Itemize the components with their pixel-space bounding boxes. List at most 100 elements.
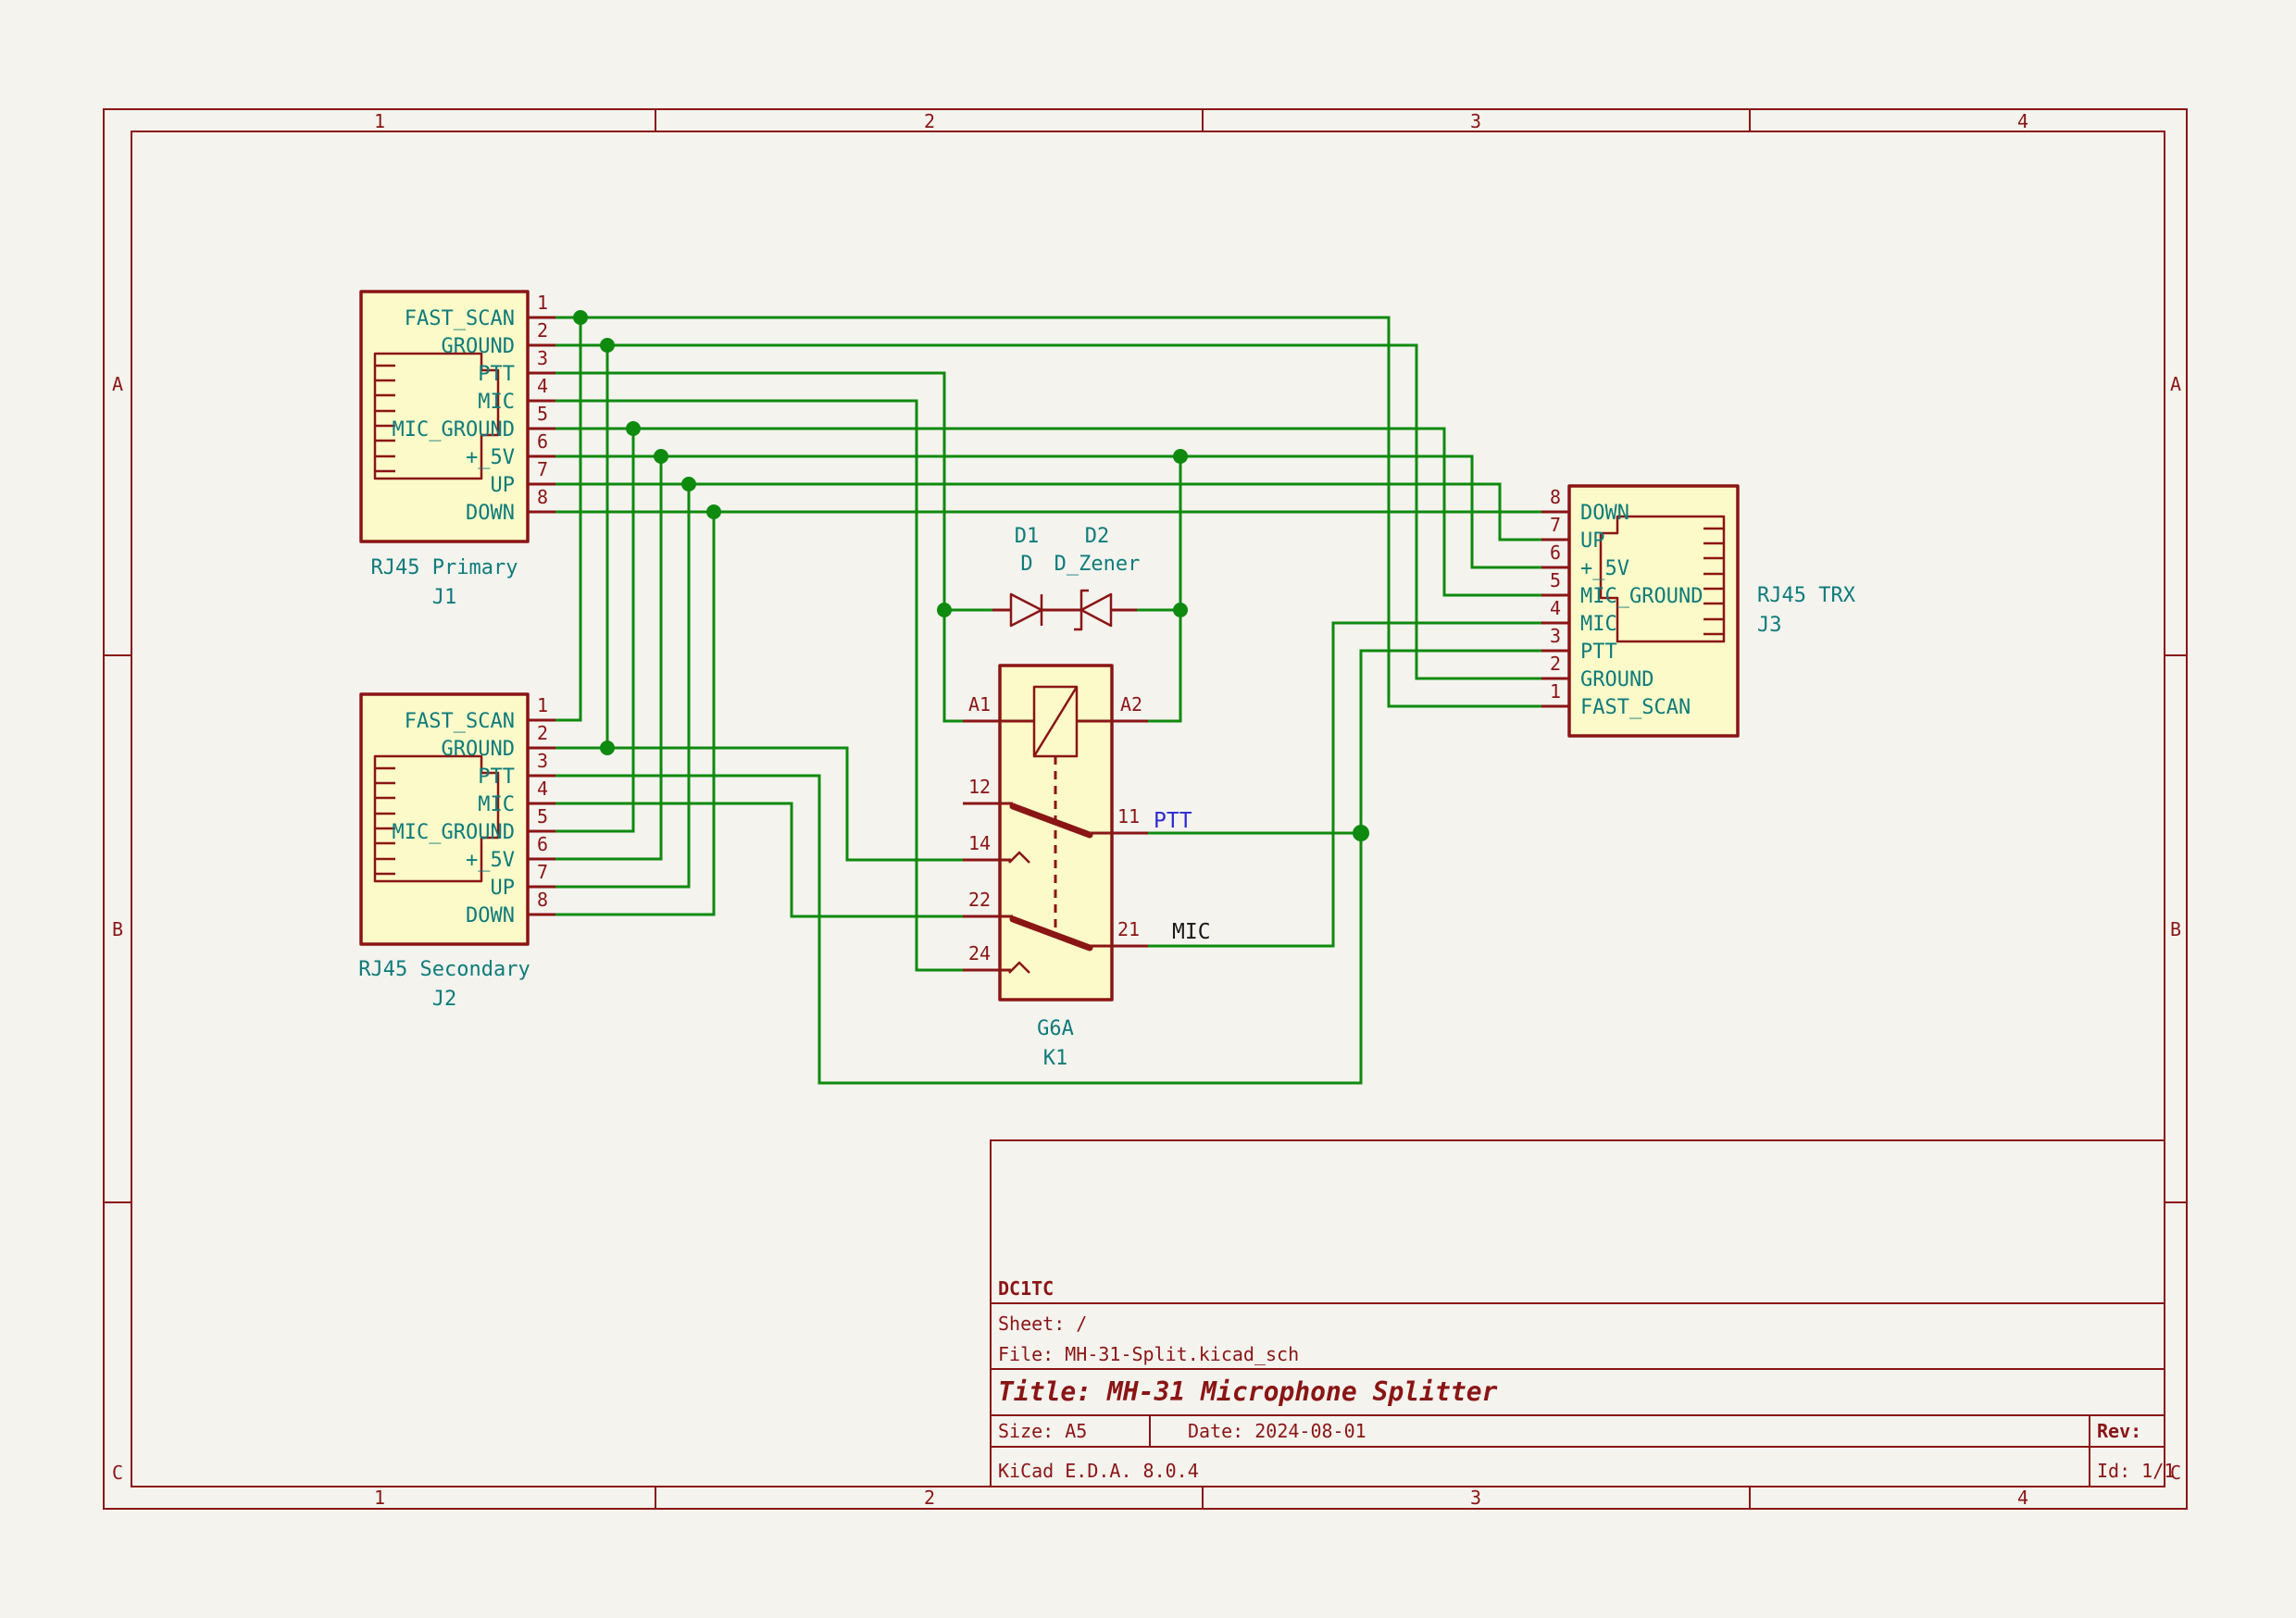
pin-number: 6 <box>1550 541 1561 564</box>
frame-row-label: A <box>2170 373 2181 395</box>
wire-relay-21-mic[interactable] <box>1148 623 1541 946</box>
pin-name: GROUND <box>1580 668 1653 691</box>
pin-name: MIC_GROUND <box>1580 585 1703 608</box>
pin-name: GROUND <box>442 738 515 761</box>
pin-name: +_5V <box>466 849 515 872</box>
pin-number: 12 <box>968 776 991 798</box>
schematic-sheet: 1 2 3 4 1 2 3 4 A B C A B C DC1TC Sheet:… <box>0 0 2296 1618</box>
k1-value: G6A <box>1037 1017 1074 1040</box>
junction[interactable] <box>573 310 588 325</box>
k1-ref: K1 <box>1043 1047 1068 1070</box>
title-block-id: Id: 1/1 <box>2097 1460 2175 1482</box>
pin-number: 4 <box>537 778 548 800</box>
wire-mic-primary-to-no24[interactable] <box>555 401 963 970</box>
frame-col-label: 2 <box>924 1487 935 1509</box>
pin-number: 7 <box>1550 514 1561 536</box>
junction[interactable] <box>1173 449 1188 464</box>
pin-name: +_5V <box>466 446 515 469</box>
pin-name: +_5V <box>1580 557 1629 580</box>
pin-number: 11 <box>1117 805 1140 828</box>
pin-name: UP <box>491 877 516 900</box>
pin-number: 6 <box>537 833 548 855</box>
relay-k1[interactable]: A1 A2 12 14 22 24 11 21 G6A K1 <box>963 666 1148 1070</box>
frame-col-label: 4 <box>2017 1487 2028 1509</box>
j1-value: RJ45 Primary <box>371 556 518 579</box>
j2-ref: J2 <box>432 988 457 1011</box>
junction[interactable] <box>937 603 952 617</box>
pin-number: 8 <box>1550 486 1561 508</box>
pin-name: PTT <box>478 765 515 789</box>
pin-number: 6 <box>537 430 548 453</box>
pin-number: A1 <box>968 693 991 716</box>
pin-number: 3 <box>537 347 548 369</box>
pin-number: 22 <box>968 889 991 911</box>
wire-up-j2-branch[interactable] <box>555 484 689 887</box>
frame-row-label: B <box>112 918 123 940</box>
pin-number: 8 <box>537 889 548 911</box>
net-label-ptt[interactable]: PTT <box>1154 809 1192 833</box>
j1-ref: J1 <box>432 586 457 609</box>
pin-name: MIC_GROUND <box>393 418 515 442</box>
pin-name: DOWN <box>466 502 515 525</box>
net-label-mic[interactable]: MIC <box>1172 920 1211 944</box>
pin-name: MIC <box>478 793 515 816</box>
diode-icon[interactable] <box>1011 594 1042 626</box>
junction[interactable] <box>600 338 615 353</box>
pin-number: 1 <box>1550 680 1561 703</box>
junction[interactable] <box>1353 825 1369 841</box>
pin-number: 2 <box>537 319 548 342</box>
wire-ground-j2-branch[interactable] <box>555 345 963 860</box>
pin-number: 24 <box>968 942 991 965</box>
title-block-border <box>991 1140 2165 1487</box>
pin-number: 7 <box>537 861 548 883</box>
j3-value: RJ45 TRX <box>1757 584 1856 607</box>
junction[interactable] <box>626 421 641 436</box>
wire-mic-ground-j2-branch[interactable] <box>555 429 633 831</box>
diode-d2[interactable]: D2 D_Zener <box>1054 525 1141 629</box>
pin-number: A2 <box>1120 693 1142 716</box>
title-block-title: Title: MH-31 Microphone Splitter <box>998 1376 1498 1407</box>
pin-number: 14 <box>968 832 991 854</box>
junction[interactable] <box>681 477 696 492</box>
wire-junctions[interactable] <box>573 310 1369 841</box>
pin-number: 7 <box>537 458 548 480</box>
wire-ptt-primary-to-coil[interactable] <box>555 373 963 721</box>
d1-ref: D1 <box>1015 525 1040 548</box>
d1-value: D <box>1020 553 1032 576</box>
wire-5v-to-coil-a2[interactable] <box>1148 456 1180 721</box>
pin-name: FAST_SCAN <box>1580 696 1691 719</box>
frame-col-label: 3 <box>1470 1487 1481 1509</box>
pin-number: 3 <box>1550 625 1561 647</box>
pin-number: 2 <box>537 722 548 744</box>
title-block-date: Date: 2024-08-01 <box>1188 1420 1366 1442</box>
frame-col-label: 2 <box>924 110 935 132</box>
junction[interactable] <box>654 449 668 464</box>
connector-j2[interactable]: 1 2 3 4 5 6 7 8 FAST_SCAN GROUND PTT MIC… <box>358 694 555 1011</box>
junction[interactable] <box>706 504 721 519</box>
frame-col-label: 1 <box>374 110 385 132</box>
pin-number: 5 <box>537 805 548 828</box>
j3-ref: J3 <box>1757 614 1782 637</box>
pin-number: 4 <box>1550 597 1561 619</box>
title-block-company: DC1TC <box>998 1277 1054 1300</box>
pin-number: 8 <box>537 486 548 508</box>
title-block-sheet: Sheet: / <box>998 1313 1087 1335</box>
pin-name: DOWN <box>466 904 515 927</box>
pin-name: GROUND <box>442 335 515 358</box>
j2-value: RJ45 Secondary <box>358 958 530 981</box>
junction[interactable] <box>600 741 615 755</box>
pin-name: UP <box>1580 529 1605 553</box>
pin-name: MIC <box>1580 613 1617 636</box>
frame-col-label: 3 <box>1470 110 1481 132</box>
pin-name: FAST_SCAN <box>405 307 515 330</box>
pin-number: 21 <box>1117 918 1140 940</box>
connector-j1[interactable]: 1 2 3 4 5 6 7 8 FAST_SCAN GROUND PTT MIC… <box>361 292 555 609</box>
pin-number: 1 <box>537 292 548 314</box>
wire-fast-scan-j2-branch[interactable] <box>555 317 580 720</box>
connector-j3[interactable]: 8 7 6 5 4 3 2 1 DOWN UP +_5V MIC_GROUND … <box>1541 486 1856 736</box>
pin-name: UP <box>491 474 516 497</box>
junction[interactable] <box>1173 603 1188 617</box>
frame-col-label: 1 <box>374 1487 385 1509</box>
pin-name: PTT <box>478 363 515 386</box>
title-block: DC1TC Sheet: / File: MH-31-Split.kicad_s… <box>991 1140 2175 1487</box>
